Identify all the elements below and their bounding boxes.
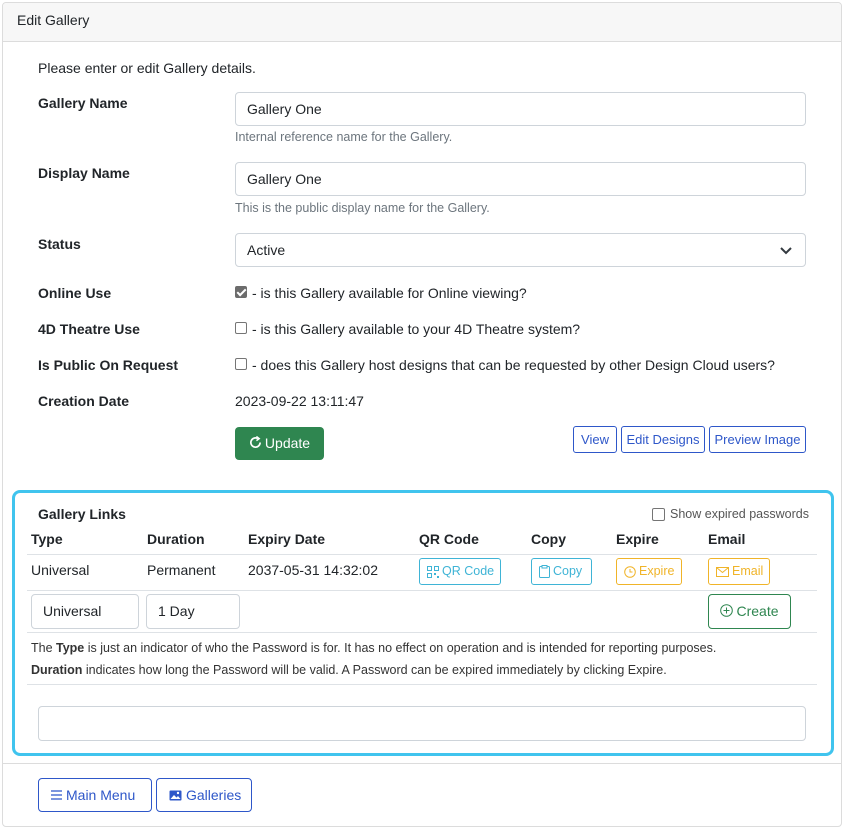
show-expired-label: Show expired passwords: [670, 507, 809, 521]
duration-note: Duration indicates how long the Password…: [31, 663, 667, 677]
new-duration-select[interactable]: 1 Day: [146, 594, 240, 629]
display-name-input[interactable]: Gallery One: [235, 162, 806, 196]
clock-icon: [624, 565, 636, 578]
intro-text: Please enter or edit Gallery details.: [38, 60, 256, 76]
col-duration: Duration: [147, 531, 205, 547]
qr-code-label: QR Code: [442, 564, 495, 578]
link-output-field[interactable]: [38, 706, 806, 741]
copy-label: Copy: [553, 564, 583, 578]
copy-button[interactable]: Copy: [531, 558, 592, 585]
row-expiry: 2037-05-31 14:32:02: [248, 562, 378, 578]
update-button[interactable]: Update: [235, 427, 324, 460]
row-duration: Permanent: [147, 562, 216, 578]
theatre-use-checkbox[interactable]: [235, 322, 247, 334]
email-button[interactable]: Email: [708, 558, 770, 585]
public-request-text: - does this Gallery host designs that ca…: [252, 357, 775, 373]
update-label: Update: [264, 435, 311, 451]
online-use-text: - is this Gallery available for Online v…: [252, 285, 527, 301]
main-menu-button[interactable]: Main Menu: [38, 778, 152, 812]
gallery-name-label: Gallery Name: [38, 95, 128, 111]
expire-button[interactable]: Expire: [616, 558, 682, 585]
envelope-icon: [716, 566, 729, 577]
table-divider: [27, 554, 817, 555]
creation-date-value: 2023-09-22 13:11:47: [235, 393, 364, 409]
email-label: Email: [732, 564, 764, 578]
duration-note-keyword: Duration: [31, 663, 83, 677]
new-type-input[interactable]: Universal: [31, 594, 139, 629]
online-use-checkbox[interactable]: [235, 286, 247, 298]
type-note-keyword: Type: [56, 641, 85, 655]
gallery-name-help: Internal reference name for the Gallery.: [235, 130, 453, 144]
type-note-prefix: The: [31, 641, 57, 655]
main-menu-label: Main Menu: [66, 787, 136, 803]
public-request-checkbox[interactable]: [235, 358, 247, 370]
plus-circle-icon: [720, 604, 734, 618]
edit-designs-button[interactable]: Edit Designs: [621, 426, 705, 453]
type-note-text: is just an indicator of who the Password…: [84, 641, 717, 655]
type-note: The Type is just an indicator of who the…: [31, 641, 716, 655]
status-value: Active: [247, 242, 286, 258]
card-header: Edit Gallery: [3, 3, 841, 42]
galleries-button[interactable]: Galleries: [156, 778, 252, 812]
create-button[interactable]: Create: [708, 594, 791, 629]
table-divider: [27, 632, 817, 633]
display-name-label: Display Name: [38, 165, 130, 181]
col-expire: Expire: [616, 531, 659, 547]
menu-icon: [51, 790, 62, 800]
preview-image-button[interactable]: Preview Image: [709, 426, 806, 453]
footer-divider: [2, 763, 842, 764]
page-title: Edit Gallery: [17, 12, 90, 28]
col-qr: QR Code: [419, 531, 479, 547]
col-copy: Copy: [531, 531, 566, 547]
qr-code-button[interactable]: QR Code: [419, 558, 501, 585]
table-divider: [27, 590, 817, 591]
status-select[interactable]: Active: [235, 233, 806, 267]
create-label: Create: [736, 603, 779, 619]
online-use-label: Online Use: [38, 285, 112, 301]
image-icon: [169, 790, 182, 801]
creation-date-label: Creation Date: [38, 393, 130, 409]
clipboard-icon: [539, 565, 550, 579]
expire-label: Expire: [639, 564, 675, 578]
view-button[interactable]: View: [573, 426, 617, 453]
theatre-use-text: - is this Gallery available to your 4D T…: [252, 321, 581, 337]
table-divider: [27, 684, 817, 685]
col-expiry: Expiry Date: [248, 531, 326, 547]
col-email: Email: [708, 531, 746, 547]
theatre-use-label: 4D Theatre Use: [38, 321, 140, 337]
gallery-name-input[interactable]: Gallery One: [235, 92, 806, 126]
row-type: Universal: [31, 562, 90, 578]
chevron-down-icon: [780, 247, 792, 255]
col-type: Type: [31, 531, 63, 547]
refresh-icon: [249, 436, 261, 449]
qr-code-icon: [427, 565, 439, 578]
public-request-label: Is Public On Request: [38, 357, 179, 373]
gallery-links-title: Gallery Links: [38, 506, 126, 522]
galleries-label: Galleries: [186, 787, 242, 803]
status-label: Status: [38, 236, 81, 252]
show-expired-checkbox[interactable]: [652, 508, 665, 521]
duration-note-text: indicates how long the Password will be …: [82, 663, 667, 677]
display-name-help: This is the public display name for the …: [235, 201, 490, 215]
